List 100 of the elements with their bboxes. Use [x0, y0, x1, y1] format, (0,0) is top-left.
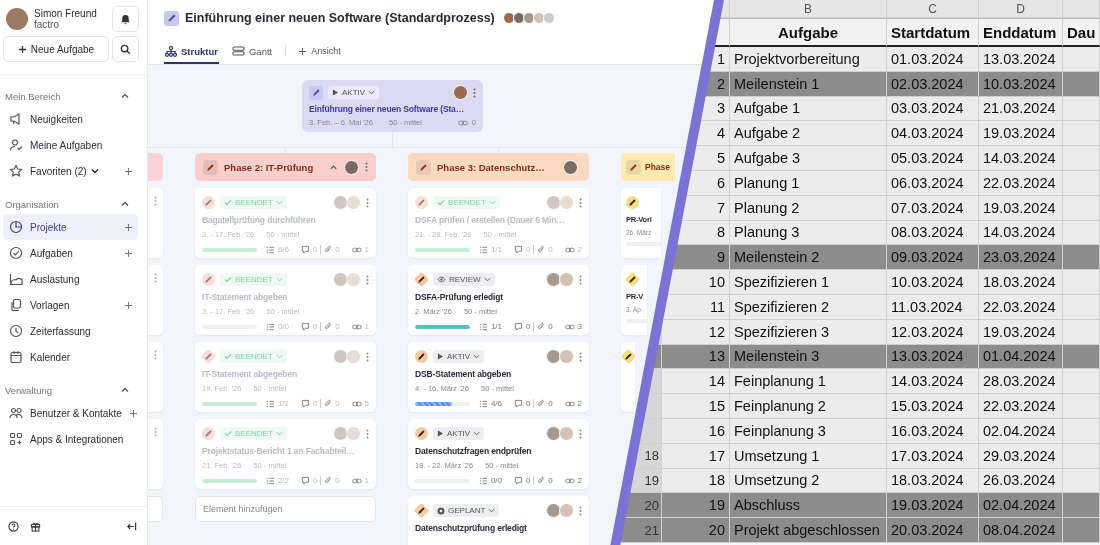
- status-dropdown[interactable]: AKTIV: [433, 350, 485, 363]
- subtask-count: 1/1: [490, 322, 502, 331]
- status-dropdown[interactable]: GEPLANT: [433, 504, 500, 517]
- new-task-button[interactable]: Neue Aufgabe: [3, 36, 109, 62]
- subtask-count: 6/6: [277, 245, 289, 254]
- table-cell: 17.03.2024: [887, 443, 979, 469]
- task-title[interactable]: DSB-Statement abgeben: [415, 369, 512, 379]
- table-cell: 04.03.2024: [887, 121, 979, 147]
- table-cell: 22.03.2024: [979, 394, 1063, 419]
- nav-item[interactable]: Auslastung: [3, 266, 138, 292]
- table-cell: 14.03.2024: [979, 146, 1063, 171]
- table-cell: Meilenstein 2: [730, 245, 887, 271]
- table-cell: 18.03.2024: [887, 468, 979, 494]
- link-count: 3: [577, 322, 582, 331]
- nav-item[interactable]: Zeiterfassung: [3, 318, 138, 344]
- nav-item[interactable]: Meine Aufgaben: [3, 132, 138, 158]
- comment-count: 0: [525, 322, 535, 331]
- table-cell: Feinplanung 1: [730, 369, 887, 395]
- status-dropdown[interactable]: REVIEW: [433, 273, 495, 286]
- task-title[interactable]: DSFA-Prüfung erledigt: [415, 292, 503, 302]
- table-cell: Feinplanung 2: [730, 394, 887, 419]
- table-cell: 19.03.2024: [979, 319, 1063, 345]
- table-cell: Planung 1: [730, 171, 887, 196]
- table-cell: Aufgabe 3: [730, 146, 887, 171]
- link-count: 2: [577, 245, 582, 254]
- status-dropdown[interactable]: AKTIV: [433, 427, 485, 440]
- table-cell: 09.03.2024: [887, 245, 979, 271]
- table-cell: 01.04.2024: [979, 344, 1063, 370]
- table-cell: Abschluss: [730, 493, 887, 519]
- table-cell: 20.03.2024: [887, 518, 979, 543]
- section-title: Verwaltung: [5, 384, 52, 396]
- table-cell: Feinplanung 3: [730, 418, 887, 444]
- task-card[interactable]: GEPLANT Datenschutzprüfung erledigt: [408, 496, 589, 545]
- table-cell: 13.03.2024: [887, 344, 979, 370]
- table-cell: 02.04.2024: [979, 418, 1063, 444]
- column-letter: B: [730, 0, 887, 18]
- table-cell: Spezifizieren 3: [730, 319, 887, 345]
- table-cell: 20: [662, 518, 730, 543]
- table-cell: Projektvorbereitung: [730, 47, 887, 72]
- table-cell: 29.03.2024: [979, 443, 1063, 469]
- table-cell: 10.03.2024: [979, 71, 1063, 97]
- subtask-count: 0/0: [490, 476, 502, 485]
- table-cell: 23.03.2024: [979, 245, 1063, 271]
- table-cell: 19.03.2024: [887, 493, 979, 519]
- table-cell: Aufgabe 2: [730, 121, 887, 147]
- phase-header[interactable]: Phase: [621, 153, 675, 181]
- table-cell: 08.03.2024: [887, 220, 979, 246]
- table-cell: 02.03.2024: [887, 71, 979, 97]
- table-cell: 15: [662, 394, 730, 419]
- attachment-count: 0: [548, 399, 553, 408]
- table-cell: 08.04.2024: [979, 518, 1063, 543]
- table-cell: Spezifizieren 1: [730, 270, 887, 295]
- column-header: Dau: [1063, 18, 1100, 47]
- column-header: Aufgabe: [730, 18, 887, 47]
- section-title: Mein Bereich: [5, 90, 61, 102]
- status-dropdown[interactable]: AKTIV: [328, 86, 380, 99]
- column-letter: C: [887, 0, 979, 18]
- table-cell: 26.03.2024: [979, 468, 1063, 494]
- nav-item[interactable]: Apps & Integrationen: [3, 426, 138, 452]
- link-count: 2: [577, 399, 582, 408]
- table-cell: 22.03.2024: [979, 294, 1063, 320]
- nav-item[interactable]: Projekte: [3, 214, 138, 240]
- table-cell: 21.03.2024: [979, 96, 1063, 122]
- table-cell: 15.03.2024: [887, 394, 979, 419]
- add-element-field[interactable]: Element hinzufügen: [195, 496, 376, 522]
- table-cell: Umsetzung 1: [730, 443, 887, 469]
- company-name: factro: [34, 19, 60, 30]
- table-cell: 18.03.2024: [979, 270, 1063, 295]
- table-cell: 03.03.2024: [887, 96, 979, 122]
- table-cell: 19: [662, 493, 730, 519]
- nav-item[interactable]: Neuigkeiten: [3, 106, 138, 132]
- table-cell: Planung 3: [730, 220, 887, 246]
- nav-item[interactable]: Kalender: [3, 344, 138, 370]
- table-cell: 01.03.2024: [887, 47, 979, 72]
- project-node-title[interactable]: Einführung einer neuen Software (Sta…: [309, 104, 465, 114]
- table-cell: 10.03.2024: [887, 270, 979, 295]
- phase-header[interactable]: Phase 2: IT-Prüfung: [195, 153, 376, 181]
- task-title[interactable]: Datenschutzfragen endprüfen: [415, 446, 532, 456]
- view-tab[interactable]: Gantt: [230, 40, 274, 64]
- table-cell: 07.03.2024: [887, 195, 979, 221]
- phase-header[interactable]: Phase 3: Datenschutz…: [408, 153, 589, 181]
- attachment-count: 0: [548, 322, 553, 331]
- add-view-button[interactable]: Ansicht: [298, 40, 341, 64]
- phase-title: Phase 2: IT-Prüfung: [224, 161, 314, 173]
- nav-item[interactable]: Favoriten (2): [3, 158, 138, 184]
- table-cell: 02.04.2024: [979, 493, 1063, 519]
- table-cell: 22.03.2024: [979, 171, 1063, 196]
- subtask-count: 1/1: [277, 399, 289, 408]
- section-title: Organisation: [5, 198, 59, 210]
- nav-item[interactable]: Vorlagen: [3, 292, 138, 318]
- task-title[interactable]: Datenschutzprüfung erledigt: [415, 523, 527, 533]
- link-count: 2: [577, 476, 582, 485]
- nav-item[interactable]: Aufgaben: [3, 240, 138, 266]
- table-cell: 13.03.2024: [979, 47, 1063, 72]
- attachment-count: 0: [548, 476, 553, 485]
- table-cell: Projekt abgeschlossen: [730, 518, 887, 543]
- user-name: Simon Freund: [34, 8, 98, 19]
- column-letter: D: [979, 0, 1063, 18]
- link-count: 5: [364, 399, 369, 408]
- nav-item[interactable]: Benutzer & Kontakte: [3, 400, 138, 426]
